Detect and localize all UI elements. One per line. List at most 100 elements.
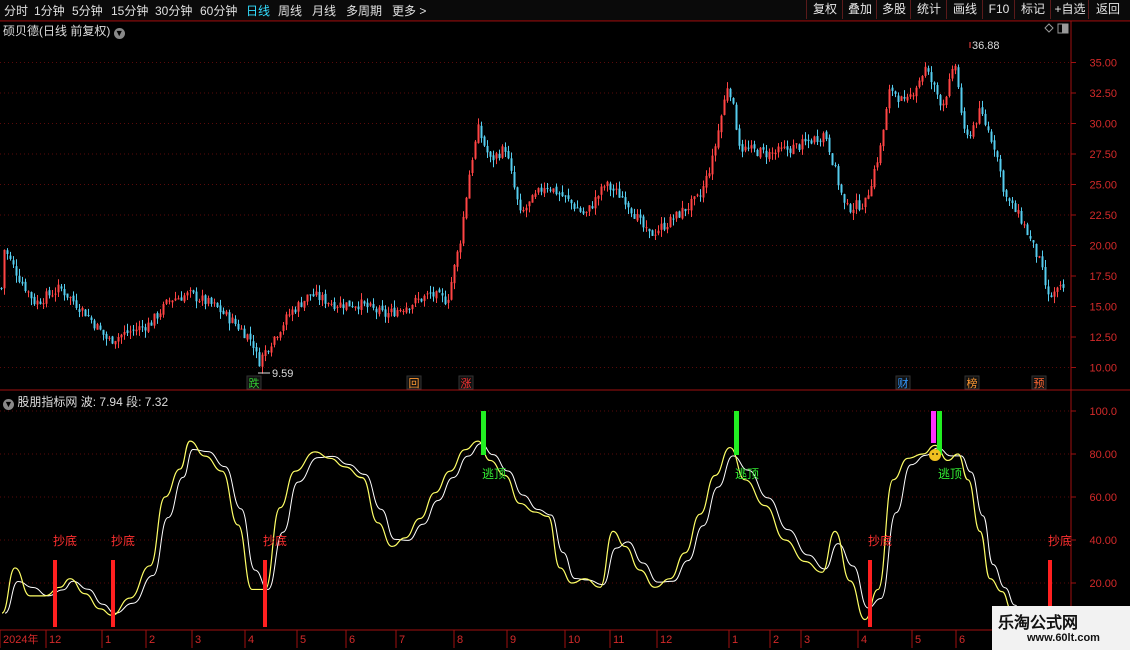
candle-body: [624, 197, 627, 205]
candle-body: [705, 175, 708, 188]
candle-body: [870, 185, 873, 197]
candle-body: [312, 294, 315, 297]
candle-body: [1053, 291, 1056, 297]
candle-body: [483, 136, 486, 146]
candle-body: [597, 195, 600, 199]
candle-body: [345, 302, 348, 310]
candle-body: [525, 207, 528, 211]
candle-body: [1011, 200, 1014, 203]
candle-body: [999, 158, 1002, 172]
candle-body: [486, 145, 489, 153]
candle-body: [540, 187, 543, 192]
candle-body: [27, 291, 30, 293]
site-watermark: 乐淘公式网 www.60lt.com: [992, 606, 1130, 650]
x-axis-label: 5: [300, 634, 306, 646]
candle-body: [807, 139, 810, 141]
candle-body: [981, 107, 984, 115]
price-tick-label: 35.00: [1089, 58, 1117, 70]
candle-body: [819, 140, 822, 142]
candle-body: [972, 125, 975, 137]
candle-body: [786, 146, 789, 150]
candle-body: [717, 130, 720, 148]
candle-body: [681, 207, 684, 219]
candle-body: [780, 147, 783, 149]
candle-body: [591, 206, 594, 209]
segment-value: 7.32: [144, 395, 169, 409]
candle-body: [15, 266, 18, 276]
candle-body: [531, 195, 534, 203]
candle-body: [978, 108, 981, 124]
sell-signal-bar: [481, 411, 486, 455]
candle-body: [399, 309, 402, 312]
candle-body: [618, 188, 621, 198]
candle-body: [594, 197, 597, 209]
indicator-signals: 抄底 抄底 抄底 抄底 抄底 逃顶 逃顶 逃顶: [53, 411, 1072, 627]
candle-body: [513, 171, 516, 188]
price-tick-label: 25.00: [1089, 180, 1117, 192]
candle-body: [900, 96, 903, 101]
candle-body: [324, 293, 327, 304]
wave-line: [1, 440, 1019, 621]
candle-body: [492, 155, 495, 161]
candle-body: [45, 291, 48, 304]
candle-body: [375, 308, 378, 313]
candle-body: [516, 187, 519, 200]
candle-body: [69, 297, 72, 299]
candle-body: [162, 304, 165, 315]
candle-body: [963, 111, 966, 129]
indicator-tick-label: 60.00: [1089, 492, 1117, 504]
candle-body: [81, 307, 84, 311]
candle-body: [696, 194, 699, 196]
indicator-header[interactable]: ▼ 股朋指标网 波: 7.94 段: 7.32: [3, 393, 168, 410]
candle-body: [630, 208, 633, 214]
candle-body: [729, 88, 732, 98]
candle-body: [285, 314, 288, 325]
candle-body: [609, 183, 612, 190]
candle-body: [993, 140, 996, 150]
chevron-down-icon[interactable]: ▼: [3, 399, 14, 410]
buy-signal-bar: [111, 560, 115, 627]
candle-body: [294, 309, 297, 313]
diamond-icon[interactable]: [1044, 23, 1054, 33]
candle-body: [54, 293, 57, 295]
candle-body: [606, 181, 609, 187]
candle-body: [474, 141, 477, 159]
x-axis-label: 12: [660, 634, 672, 646]
candle-body: [951, 68, 954, 79]
candle-body: [435, 291, 438, 299]
candle-body: [177, 298, 180, 300]
wave-label: 波:: [80, 395, 97, 409]
candle-body: [753, 144, 756, 149]
candle-body: [1032, 240, 1035, 243]
candle-body: [738, 128, 741, 146]
candle-body: [651, 230, 654, 236]
candle-body: [33, 296, 36, 305]
candle-body: [987, 126, 990, 131]
candle-body: [840, 184, 843, 193]
candle-body: [207, 298, 210, 304]
candle-body: [108, 337, 111, 339]
candle-body: [921, 75, 924, 82]
candle-body: [369, 303, 372, 306]
candle-body: [270, 346, 273, 353]
candle-body: [357, 306, 360, 310]
candle-body: [0, 287, 3, 289]
chart-canvas[interactable]: 35.00 32.50 30.00 27.50 25.00 22.50 20.00 17.50…: [0, 0, 1130, 650]
candle-body: [420, 298, 423, 302]
candle-body: [906, 96, 909, 101]
buy-signal-bar: [53, 560, 57, 627]
candle-body: [669, 216, 672, 228]
candle-body: [315, 291, 318, 296]
candle-body: [1008, 198, 1011, 201]
candle-body: [1017, 209, 1020, 214]
candle-body: [9, 255, 12, 259]
candle-body: [822, 133, 825, 143]
candle-body: [165, 299, 168, 304]
candle-body: [909, 94, 912, 97]
chevron-down-icon[interactable]: ▼: [113, 28, 125, 39]
candle-body: [1035, 243, 1038, 258]
candle-body: [87, 315, 90, 317]
candle-body: [126, 330, 129, 334]
chart-title[interactable]: 硕贝德(日线 前复权) ▼: [3, 22, 125, 39]
candle-body: [291, 309, 294, 315]
